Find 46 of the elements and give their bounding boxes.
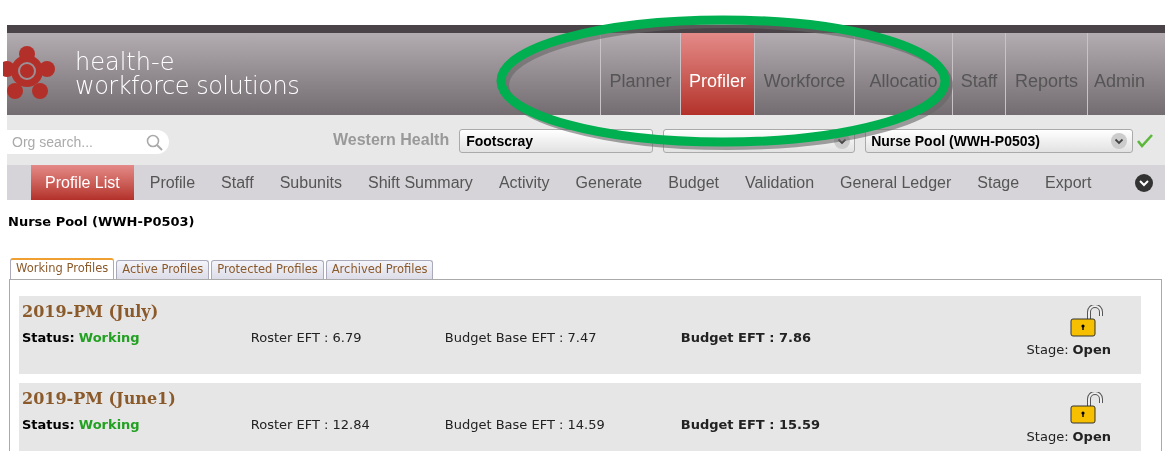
profile-tab[interactable]: Protected Profiles [211,259,324,279]
page-title: Nurse Pool (WWH-P0503) [8,213,196,231]
sub-nav-tab[interactable]: Stage [967,165,1030,200]
status-label: Status: [22,328,75,347]
profile-card[interactable]: 2019-PM (June1) Status: Working Roster EFT : 12.84 Budget Base EFT : 14.59 Budget EFT : 15.59 Stage: Open [19,382,1141,451]
logo-text: workforce solutions [75,74,300,98]
logo-text: health-e [75,50,175,74]
sub-nav-tab[interactable]: Shift Summary [357,165,483,200]
sub-nav-tab[interactable]: Profile [139,165,206,200]
unit-dropdown[interactable]: Nurse Pool (WWH-P0503) [865,129,1134,153]
status-value: Working [78,328,141,347]
profile-title[interactable]: 2019-PM (June1) [22,386,176,411]
roster-eft: Roster EFT : 12.84 [250,415,371,434]
stage-label: Stage: [1026,427,1069,446]
status-value: Working [78,415,141,434]
budget-eft: Budget EFT : 15.59 [680,415,821,434]
profile-title[interactable]: 2019-PM (July) [22,299,159,324]
budget-base-eft: Budget Base EFT : 14.59 [444,415,606,434]
search-icon [146,134,163,151]
budget-eft: Budget EFT : 7.86 [680,328,812,347]
profile-tab[interactable]: Archived Profiles [325,259,434,279]
stage-value: Open [1072,427,1111,446]
chevron-down-icon [1111,133,1128,149]
sub-nav-tab[interactable]: Activity [488,165,560,200]
chevron-down-icon[interactable] [1135,173,1153,192]
status-label: Status: [22,415,75,434]
stage-label: Stage: [1026,340,1069,359]
nav-tab[interactable]: Profiler [680,33,754,115]
sub-nav-tab[interactable]: Budget [658,165,729,200]
budget-base-eft: Budget Base EFT : 7.47 [444,328,598,347]
sub-nav-tab[interactable]: Staff [211,165,264,200]
profile-tab[interactable]: Working Profiles [10,257,115,279]
sub-nav-tab[interactable]: Validation [735,165,825,200]
sub-nav-tab[interactable]: Profile List [31,165,134,200]
sub-nav-tab[interactable]: Generate [565,165,653,200]
search-field[interactable]: Org search... [7,130,169,154]
stage-value: Open [1072,340,1111,359]
chevron-down-icon [834,133,851,149]
roster-eft: Roster EFT : 6.79 [250,328,363,347]
sub-nav-tab[interactable]: General Ledger [830,165,962,200]
profile-card[interactable]: 2019-PM (July) Status: Working Roster EFT : 6.79 Budget Base EFT : 7.47 Budget EFT : 7.86 Stage: Open [19,295,1141,374]
organisation-name: Western Health [333,130,450,150]
sub-nav-tab[interactable]: Subunits [269,165,352,200]
sub-nav-tab[interactable]: Export [1035,165,1102,200]
profile-tab[interactable]: Active Profiles [116,259,210,279]
checkmark-icon [1137,134,1154,148]
